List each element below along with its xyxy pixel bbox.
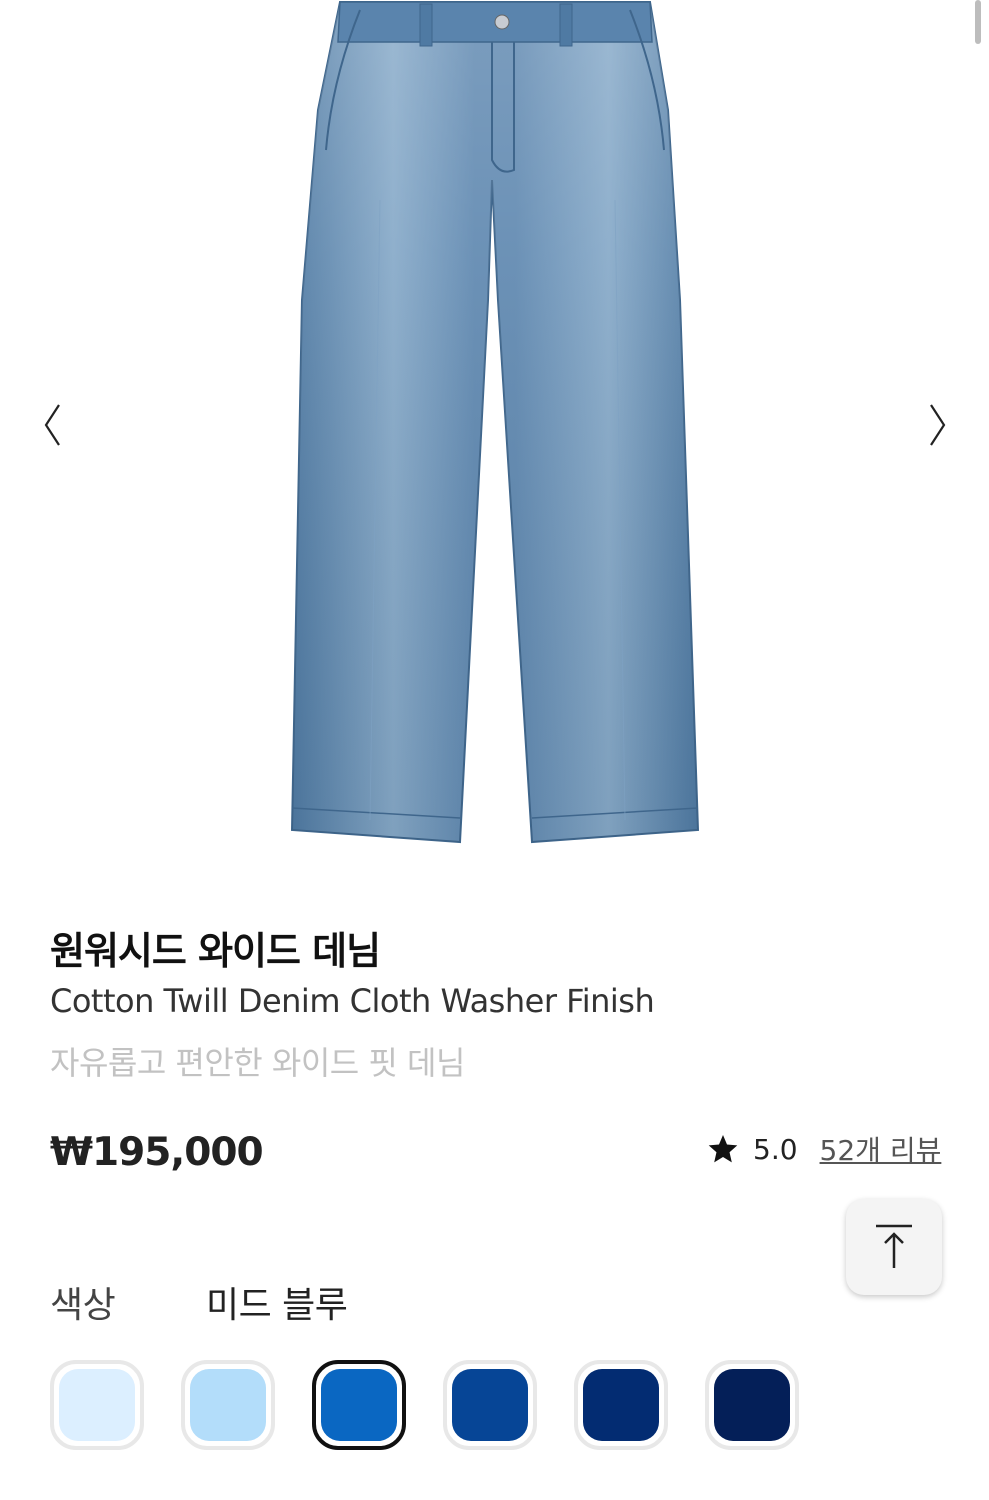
- color-swatch-5[interactable]: [574, 1360, 668, 1450]
- star-icon: [708, 1135, 738, 1163]
- color-swatch-fill: [583, 1369, 659, 1441]
- color-swatch-4[interactable]: [443, 1360, 537, 1450]
- color-swatch-2[interactable]: [181, 1360, 275, 1450]
- color-swatch-6[interactable]: [705, 1360, 799, 1450]
- chevron-left-icon: [44, 404, 60, 446]
- carousel-prev-button[interactable]: [32, 398, 72, 452]
- product-tagline: 자유롭고 편안한 와이드 핏 데님: [50, 1044, 465, 1082]
- scroll-to-top-button[interactable]: [846, 1199, 942, 1295]
- arrow-up-to-top-icon: [876, 1224, 912, 1268]
- product-image-carousel: [0, 0, 989, 880]
- selected-color-name: 미드 블루: [206, 1285, 348, 1326]
- color-swatch-fill: [190, 1369, 266, 1441]
- color-swatch-fill: [321, 1369, 397, 1441]
- color-swatch-fill: [714, 1369, 790, 1441]
- color-swatch-1[interactable]: [50, 1360, 144, 1450]
- color-label: 색상: [50, 1285, 116, 1326]
- color-swatch-fill: [59, 1369, 135, 1441]
- product-price: ₩195,000: [50, 1130, 264, 1175]
- product-title: 원워시드 와이드 데님: [50, 929, 381, 973]
- color-swatch-3[interactable]: [312, 1360, 406, 1450]
- product-subtitle: Cotton Twill Denim Cloth Washer Finish: [50, 982, 655, 1020]
- carousel-next-button[interactable]: [918, 398, 958, 452]
- color-swatch-fill: [452, 1369, 528, 1441]
- rating-score: 5.0: [753, 1132, 798, 1166]
- product-detail-page: 원워시드 와이드 데님 Cotton Twill Denim Cloth Was…: [0, 0, 989, 1500]
- chevron-right-icon: [930, 404, 946, 446]
- product-rating: 5.0 52개 리뷰: [707, 1127, 941, 1171]
- color-swatches: [50, 1360, 836, 1450]
- reviews-link[interactable]: 52개 리뷰: [820, 1129, 942, 1169]
- product-image-jeans: [290, 0, 700, 844]
